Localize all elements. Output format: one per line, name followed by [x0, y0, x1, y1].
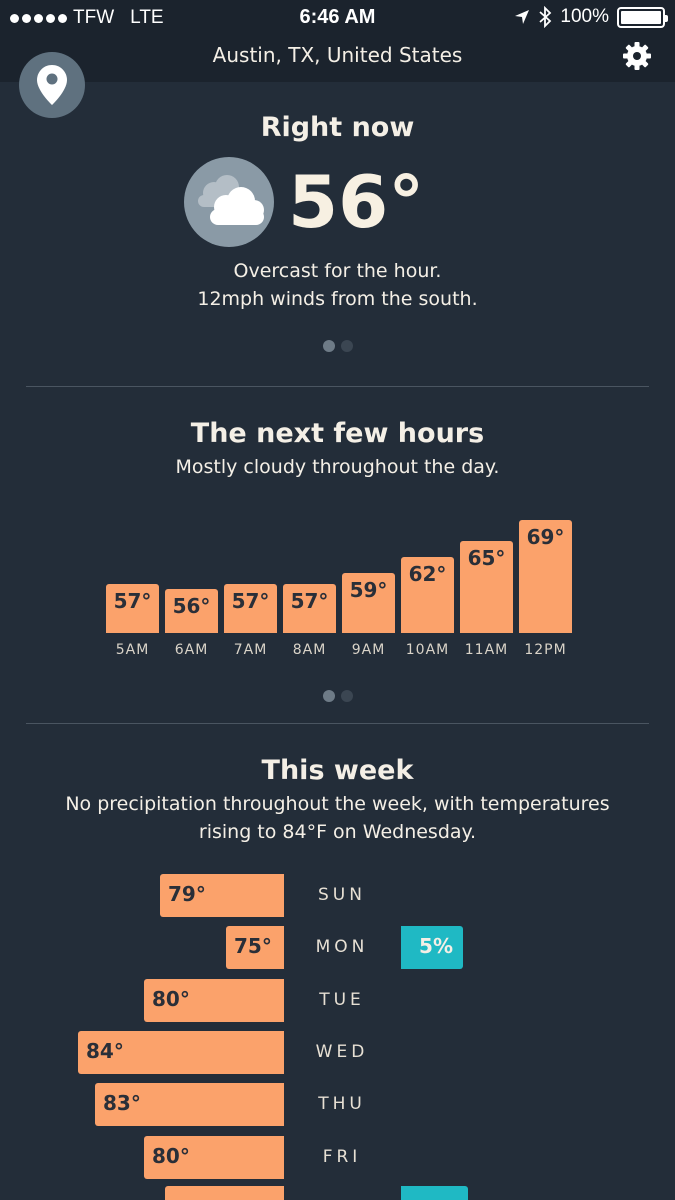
- hour-bar: 62°: [401, 557, 454, 633]
- hour-time-label: 8AM: [292, 642, 327, 658]
- hour-bar: 56°: [165, 589, 218, 633]
- hour-time-label: 9AM: [351, 642, 386, 658]
- hours-subtitle: Mostly cloudy throughout the day.: [175, 456, 500, 478]
- day-temp-label: 79°: [168, 882, 206, 906]
- location-button[interactable]: [19, 52, 85, 118]
- location-title: Austin, TX, United States: [212, 43, 463, 67]
- day-temp-bar: 80°: [144, 1136, 284, 1179]
- hour-temp-label: 65°: [467, 546, 506, 570]
- gear-icon[interactable]: [621, 40, 653, 72]
- current-temperature: 56°: [288, 160, 425, 244]
- now-summary-line1: Overcast for the hour.: [233, 260, 442, 282]
- weather-condition-badge: [184, 157, 274, 247]
- now-page-indicator[interactable]: [0, 340, 675, 352]
- now-summary-line2: 12mph winds from the south.: [197, 288, 478, 310]
- hours-page-indicator[interactable]: [0, 690, 675, 702]
- hour-temp-label: 56°: [172, 594, 211, 618]
- day-name-label: MON: [315, 937, 369, 957]
- hour-temp-label: 62°: [408, 562, 447, 586]
- hour-temp-label: 57°: [113, 589, 152, 613]
- status-bar: TFW LTE 6:46 AM 100%: [0, 0, 675, 36]
- day-temp-bar: 75°: [226, 926, 284, 969]
- battery-percent: 100%: [560, 6, 609, 27]
- precip-bar-partial: [401, 1186, 468, 1200]
- day-temp-label: 84°: [86, 1039, 124, 1063]
- hour-temp-label: 57°: [290, 589, 329, 613]
- day-temp-label: 80°: [152, 1144, 190, 1168]
- day-temp-bar: 79°: [160, 874, 284, 917]
- day-name-label: WED: [315, 1042, 369, 1062]
- hour-temp-label: 57°: [231, 589, 270, 613]
- day-temp-label: 75°: [234, 934, 272, 958]
- hour-time-label: 7AM: [233, 642, 268, 658]
- day-temp-bar: 84°: [78, 1031, 284, 1074]
- battery-icon: [617, 6, 668, 28]
- cloud-icon: [198, 175, 264, 225]
- weather-screen: TFW LTE 6:46 AM 100% Austin, TX, United …: [0, 0, 675, 1200]
- divider: [26, 386, 649, 387]
- week-subtitle-line1: No precipitation throughout the week, wi…: [65, 793, 610, 815]
- bluetooth-icon: [539, 6, 552, 28]
- hour-time-label: 11AM: [464, 642, 509, 658]
- location-header: Austin, TX, United States: [0, 36, 675, 82]
- hour-bar: 57°: [106, 584, 159, 633]
- day-temp-label: 80°: [152, 987, 190, 1011]
- hour-time-label: 5AM: [115, 642, 150, 658]
- day-precip-bar: 5%: [401, 926, 463, 969]
- divider: [26, 723, 649, 724]
- status-right: 100%: [514, 6, 668, 28]
- day-temp-bar: 80°: [144, 979, 284, 1022]
- day-name-label: THU: [318, 1094, 366, 1114]
- day-precip-label: 5%: [419, 934, 453, 958]
- day-bar-partial: [165, 1186, 284, 1200]
- hour-temp-label: 69°: [526, 525, 565, 549]
- day-name-label: SUN: [318, 885, 366, 905]
- hour-bar: 69°: [519, 520, 572, 633]
- map-pin-icon: [37, 65, 67, 105]
- week-subtitle-line2: rising to 84°F on Wednesday.: [198, 821, 477, 843]
- hour-temp-label: 59°: [349, 578, 388, 602]
- hour-time-label: 10AM: [405, 642, 450, 658]
- day-name-label: TUE: [319, 990, 365, 1010]
- location-arrow-icon: [515, 10, 530, 24]
- now-title: Right now: [260, 112, 415, 143]
- day-name-label: FRI: [322, 1147, 362, 1167]
- hour-time-label: 12PM: [524, 642, 567, 658]
- hour-bar: 57°: [283, 584, 336, 633]
- week-title: This week: [261, 755, 414, 786]
- hour-bar: 57°: [224, 584, 277, 633]
- hours-title: The next few hours: [190, 418, 485, 449]
- day-temp-bar: 83°: [95, 1083, 284, 1126]
- hour-bar: 65°: [460, 541, 513, 633]
- hour-bar: 59°: [342, 573, 395, 633]
- hour-time-label: 6AM: [174, 642, 209, 658]
- day-temp-label: 83°: [103, 1091, 141, 1115]
